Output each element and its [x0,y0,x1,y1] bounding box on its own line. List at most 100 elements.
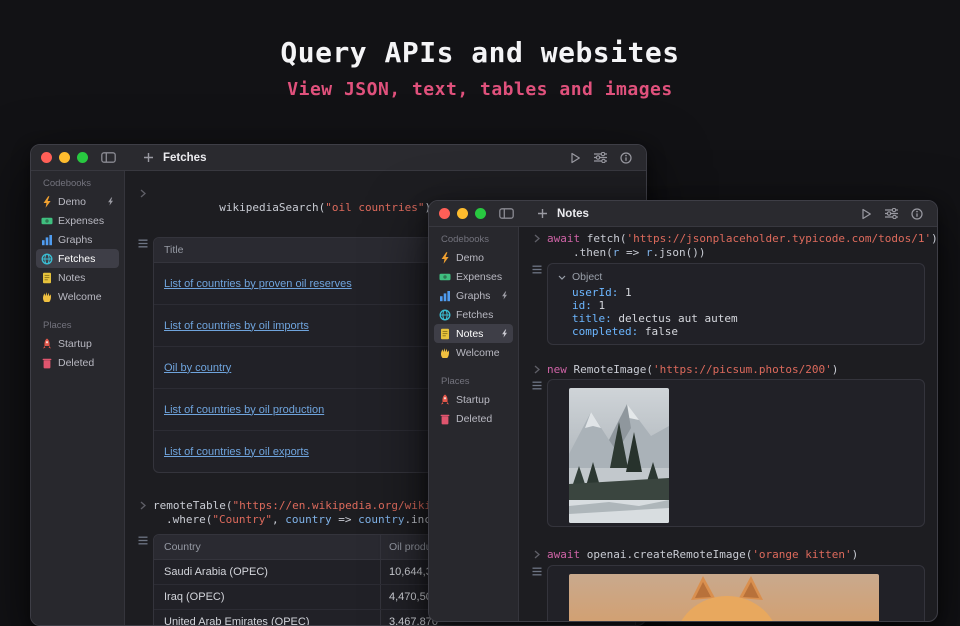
image-result-block [547,565,925,621]
note-icon [41,272,53,284]
titlebar: Fetches [31,145,646,171]
result-link[interactable]: List of countries by oil exports [164,446,309,458]
codebooks-section-label: Codebooks [31,178,124,192]
sidebar-item-notes[interactable]: Notes [434,324,513,343]
sidebar-item-label: Welcome [456,347,500,359]
cell-chevron-icon[interactable] [133,187,153,198]
mountain-forest-photo [569,388,669,523]
places-section-label: Places [429,376,518,390]
sidebar-item-label: Notes [456,328,483,340]
sidebar-item-deleted[interactable]: Deleted [36,353,119,372]
sidebar-item-fetches[interactable]: Fetches [434,305,513,324]
run-play-icon[interactable] [861,208,872,220]
globe-icon [41,253,53,265]
sidebar-item-demo[interactable]: Demo [434,248,513,267]
money-icon [41,215,53,227]
run-play-icon[interactable] [570,152,581,164]
chart-icon [439,290,451,302]
cell-handle-icon[interactable] [527,565,547,576]
sidebar-toggle-icon[interactable] [499,208,514,219]
window-title: Notes [557,208,589,220]
result-link[interactable]: Oil by country [164,362,231,374]
sidebar-item-demo[interactable]: Demo [36,192,119,211]
sidebar-item-label: Deleted [456,413,492,425]
sidebar-item-startup[interactable]: Startup [434,390,513,409]
plus-icon[interactable] [143,152,154,163]
sidebar-item-expenses[interactable]: Expenses [434,267,513,286]
code-cell[interactable]: await fetch('https://jsonplaceholder.typ… [527,232,925,260]
cell-chevron-icon[interactable] [527,232,547,243]
plus-icon[interactable] [537,208,548,219]
page-subtitle: View JSON, text, tables and images [0,79,960,101]
json-entry: title: delectus aut autem [548,312,924,325]
sidebar-item-label: Startup [456,394,490,406]
sidebar-item-label: Fetches [456,309,493,321]
code-cell[interactable]: await openai.createRemoteImage('orange k… [527,548,925,562]
object-toggle[interactable]: Object [548,264,924,286]
zoom-button[interactable] [77,152,88,163]
result-cell: Object userId: 1 id: 1 title: delectus a… [527,263,925,345]
traffic-lights [439,208,486,219]
running-bolt-icon [501,329,508,338]
zoom-button[interactable] [475,208,486,219]
lightning-icon [439,252,451,264]
result-link[interactable]: List of countries by oil imports [164,320,309,332]
sidebar-item-graphs[interactable]: Graphs [36,230,119,249]
notes-window: Notes Codebooks Demo Expens [428,200,938,622]
cell-chevron-icon[interactable] [527,548,547,559]
trash-icon [439,413,451,425]
sidebar-item-label: Graphs [58,234,92,246]
sidebar-item-expenses[interactable]: Expenses [36,211,119,230]
cell-handle-icon[interactable] [133,237,153,248]
sidebar-item-notes[interactable]: Notes [36,268,119,287]
orange-kitten-photo [569,574,879,621]
sidebar-item-label: Demo [456,252,484,264]
close-button[interactable] [41,152,52,163]
sidebar-item-welcome[interactable]: Welcome [36,287,119,306]
cell-handle-icon[interactable] [133,534,153,545]
sidebar-toggle-icon[interactable] [101,152,116,163]
image-result-block [547,379,925,527]
minimize-button[interactable] [59,152,70,163]
settings-sliders-icon[interactable] [594,152,607,163]
country-cell: Iraq (OPEC) [154,585,380,609]
titlebar: Notes [429,201,937,227]
result-link[interactable]: List of countries by proven oil reserves [164,278,352,290]
rocket-icon [41,338,53,350]
info-icon[interactable] [911,208,923,220]
traffic-lights [41,152,88,163]
json-entry: userId: 1 [548,286,924,299]
page: Query APIs and websites View JSON, text,… [0,0,960,600]
sidebar-item-welcome[interactable]: Welcome [434,343,513,362]
cell-chevron-icon[interactable] [133,499,153,510]
cell-chevron-icon[interactable] [527,363,547,374]
minimize-button[interactable] [457,208,468,219]
close-button[interactable] [439,208,450,219]
sidebar-item-graphs[interactable]: Graphs [434,286,513,305]
page-title: Query APIs and websites [0,36,960,70]
hero: Query APIs and websites View JSON, text,… [0,36,960,100]
column-header: Country [154,535,380,559]
result-link[interactable]: List of countries by oil production [164,404,324,416]
cell-handle-icon[interactable] [527,379,547,390]
cell-handle-icon[interactable] [527,263,547,274]
country-cell: United Arab Emirates (OPEC) [154,610,380,625]
sidebar-item-label: Graphs [456,290,490,302]
money-icon [439,271,451,283]
sidebar-item-deleted[interactable]: Deleted [434,409,513,428]
code-cell[interactable]: new RemoteImage('https://picsum.photos/2… [527,363,925,377]
json-entry: completed: false [548,325,924,338]
sidebar-item-label: Startup [58,338,92,350]
note-icon [439,328,451,340]
sidebar-item-label: Welcome [58,291,102,303]
sidebar: Codebooks Demo Expenses Graphs Fetches N… [429,227,519,621]
sidebar-item-fetches[interactable]: Fetches [36,249,119,268]
sidebar-item-label: Expenses [456,271,502,283]
sidebar-item-startup[interactable]: Startup [36,334,119,353]
sidebar-item-label: Deleted [58,357,94,369]
json-result-block: Object userId: 1 id: 1 title: delectus a… [547,263,925,345]
info-icon[interactable] [620,152,632,164]
object-label: Object [572,271,602,283]
settings-sliders-icon[interactable] [885,208,898,219]
sidebar: Codebooks Demo Expenses Graphs Fetches N… [31,171,125,625]
